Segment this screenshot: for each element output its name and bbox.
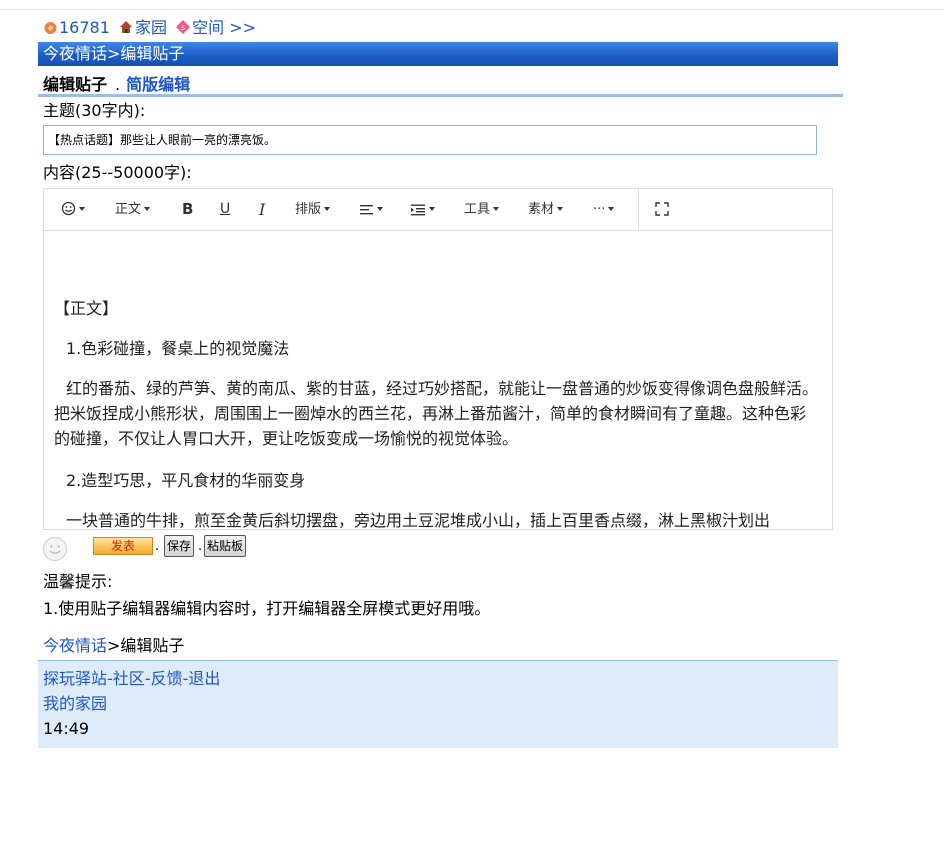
material-dropdown[interactable]: 素材 <box>528 189 564 230</box>
footer: 探玩驿站-社区-反馈-退出 我的家园 14:49 <box>38 660 838 748</box>
footer-home-row: 我的家园 <box>43 694 107 714</box>
edit-title: 编辑贴子 <box>43 75 108 94</box>
save-button[interactable]: 保存 <box>164 535 195 557</box>
emoji-icon <box>61 201 76 216</box>
separator-dot: . <box>155 539 160 554</box>
space-icon: s <box>175 19 191 40</box>
subject-label: 主题(30字内): <box>43 101 146 120</box>
count-link[interactable]: 16781 <box>59 18 110 37</box>
fullscreen-icon <box>655 202 669 216</box>
breadcrumb: 今夜情话>编辑贴子 <box>43 636 184 656</box>
simple-edit-link[interactable]: 简版编辑 <box>126 75 190 94</box>
indent-icon <box>411 204 425 216</box>
house-icon <box>118 19 134 40</box>
text-style-dropdown[interactable]: 正文 <box>115 189 151 230</box>
more-label: ··· <box>593 202 606 217</box>
tips-line: 1.使用贴子编辑器编辑内容时，打开编辑器全屏模式更好用哦。 <box>43 599 491 618</box>
content-subheading-1: 1.色彩碰撞，餐桌上的视觉魔法 <box>66 339 290 358</box>
space-link[interactable]: 空间 >> <box>192 18 256 37</box>
underline-button[interactable]: U <box>220 189 230 230</box>
clipboard-button[interactable]: 粘贴板 <box>204 535 247 557</box>
editor-actions: 发表 . 保存 . 粘贴板 <box>42 535 342 562</box>
tips-title: 温馨提示: <box>43 572 113 591</box>
page-title-bar: 今夜情话>编辑贴子 <box>38 42 838 66</box>
fullscreen-button[interactable] <box>655 189 669 230</box>
rich-text-editor: 正文 B U I 排版 工具 素材 ··· 【正文】 1.色彩碰撞，餐桌上的视觉… <box>43 188 833 530</box>
breadcrumb-link[interactable]: 今夜情话 <box>43 636 107 655</box>
footer-time: 14:49 <box>43 719 90 738</box>
top-divider <box>0 9 944 10</box>
layout-dropdown[interactable]: 排版 <box>295 189 331 230</box>
my-home-link[interactable]: 我的家园 <box>43 694 107 713</box>
tools-label: 工具 <box>464 202 491 217</box>
indent-dropdown[interactable] <box>411 189 435 230</box>
edit-header: 编辑贴子. 简版编辑 <box>38 74 843 97</box>
content-label: 内容(25--50000字): <box>43 163 192 182</box>
top-nav: 16781 家园 s 空间 >> <box>43 18 259 40</box>
subject-input[interactable]: 【热点话题】那些让人眼前一亮的漂亮饭。 <box>43 125 817 155</box>
content-paragraph-1: 红的番茄、绿的芦笋、黄的南瓜、紫的甘蓝，经过巧妙搭配，就能让一盘普通的炒饭变得像… <box>54 379 819 448</box>
separator-dot: . <box>115 75 121 94</box>
material-label: 素材 <box>528 202 555 217</box>
align-dropdown[interactable] <box>360 189 383 230</box>
coin-icon <box>43 20 58 40</box>
content-heading: 【正文】 <box>54 299 119 318</box>
footer-link-feedback[interactable]: 反馈 <box>151 669 183 688</box>
content-subheading-2: 2.造型巧思，平凡食材的华丽变身 <box>66 471 306 490</box>
emoji-button[interactable] <box>61 189 85 230</box>
more-dropdown[interactable]: ··· <box>593 189 615 230</box>
align-icon <box>360 205 373 215</box>
bold-button[interactable]: B <box>182 189 193 230</box>
text-style-label: 正文 <box>115 202 142 217</box>
layout-label: 排版 <box>295 202 322 217</box>
home-link[interactable]: 家园 <box>135 18 167 37</box>
footer-link-station[interactable]: 探玩驿站 <box>43 669 107 688</box>
footer-nav: 探玩驿站-社区-反馈-退出 <box>43 669 220 689</box>
svg-text:s: s <box>181 23 185 32</box>
editor-content-area[interactable]: 【正文】 1.色彩碰撞，餐桌上的视觉魔法 红的番茄、绿的芦笋、黄的南瓜、紫的甘蓝… <box>44 231 832 529</box>
separator-dot: . <box>198 539 203 554</box>
breadcrumb-current: >编辑贴子 <box>107 636 185 655</box>
italic-button[interactable]: I <box>259 189 265 230</box>
toolbar-divider <box>638 189 639 230</box>
post-button[interactable]: 发表 <box>93 537 153 555</box>
editor-toolbar: 正文 B U I 排版 工具 素材 ··· <box>44 189 832 231</box>
content-paragraph-2: 一块普通的牛排，煎至金黄后斜切摆盘，旁边用土豆泥堆成小山，插上百里香点缀，淋上黑… <box>66 511 771 529</box>
smiley-icon[interactable] <box>42 536 68 566</box>
footer-link-logout[interactable]: 退出 <box>188 669 220 688</box>
footer-link-community[interactable]: 社区 <box>113 669 145 688</box>
tools-dropdown[interactable]: 工具 <box>464 189 500 230</box>
